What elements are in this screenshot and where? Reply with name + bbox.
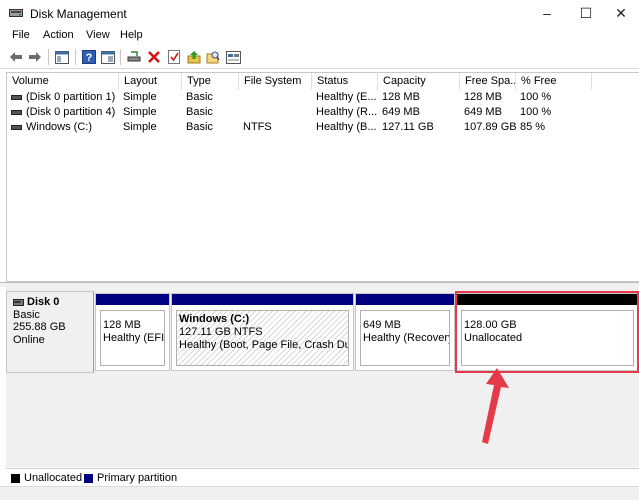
volume-capacity: 649 MB — [382, 106, 420, 118]
column-header-free-space[interactable]: Free Spa... — [460, 73, 516, 90]
window-title: Disk Management — [30, 7, 127, 21]
unallocated-highlight-box — [455, 291, 639, 373]
partition-size: 649 MB — [363, 319, 401, 331]
partition-size: 127.11 GB NTFS — [179, 326, 263, 338]
disk-view-icon[interactable] — [225, 49, 241, 65]
column-header-layout[interactable]: Layout — [119, 73, 182, 90]
properties-icon[interactable] — [100, 49, 116, 65]
close-button[interactable]: ✕ — [606, 4, 636, 22]
partition-windows-c[interactable]: Windows (C:) 127.11 GB NTFS Healthy (Boo… — [171, 293, 354, 371]
menu-bar: File Action View Help — [0, 27, 639, 45]
menu-view[interactable]: View — [86, 29, 110, 41]
import-icon[interactable] — [186, 49, 202, 65]
volume-type: Basic — [186, 106, 213, 118]
disk-type: Basic — [13, 308, 40, 321]
toolbar-separator — [75, 49, 76, 65]
volume-row[interactable]: (Disk 0 partition 1) Simple Basic Health… — [7, 90, 639, 105]
disk-icon — [13, 298, 24, 306]
volume-free-space: 128 MB — [464, 91, 502, 103]
partition-status: Healthy (Boot, Page File, Crash Dump, — [179, 339, 348, 351]
column-header-type[interactable]: Type — [182, 73, 239, 90]
volume-row[interactable]: (Disk 0 partition 4) Simple Basic Health… — [7, 105, 639, 120]
menu-file[interactable]: File — [12, 29, 30, 41]
menu-action[interactable]: Action — [43, 29, 74, 41]
volume-icon — [11, 94, 22, 100]
volume-name: Windows (C:) — [26, 121, 93, 133]
console-tree-icon[interactable] — [54, 49, 70, 65]
disk-graphical-view: Disk 0 Basic 255.88 GB Online 128 MB Hea… — [6, 287, 639, 467]
legend-swatch-unallocated — [11, 474, 20, 483]
toolbar-separator — [120, 49, 121, 65]
help-icon[interactable]: ? — [81, 49, 97, 65]
volume-free-space: 107.89 GB — [464, 121, 516, 133]
disk-management-icon — [9, 9, 23, 17]
column-header-volume[interactable]: Volume — [7, 73, 119, 90]
delete-icon[interactable] — [146, 49, 162, 65]
legend: Unallocated Primary partition — [6, 468, 639, 486]
volume-free-space: 649 MB — [464, 106, 502, 118]
partition-status: Healthy (EFI S — [103, 332, 165, 344]
forward-icon[interactable] — [27, 49, 43, 65]
partition-efi[interactable]: 128 MB Healthy (EFI S — [95, 293, 170, 371]
volume-layout: Simple — [123, 91, 157, 103]
volume-file-system: NTFS — [243, 121, 272, 133]
back-icon[interactable] — [8, 49, 24, 65]
volume-icon — [11, 109, 22, 115]
volume-layout: Simple — [123, 121, 157, 133]
disk-size: 255.88 GB — [13, 321, 66, 333]
volume-type: Basic — [186, 121, 213, 133]
title-bar: Disk Management – ☐ ✕ — [0, 0, 639, 27]
volume-capacity: 127.11 GB — [382, 121, 434, 133]
volume-percent-free: 100 % — [520, 106, 552, 118]
disk-name: Disk 0 — [27, 296, 60, 308]
minimize-button[interactable]: – — [532, 4, 562, 22]
search-icon[interactable] — [205, 49, 221, 65]
toolbar: ? — [0, 45, 639, 69]
partition-bar — [356, 294, 454, 305]
maximize-button[interactable]: ☐ — [571, 4, 601, 22]
disk-0-label[interactable]: Disk 0 Basic 255.88 GB Online — [6, 291, 94, 373]
volume-type: Basic — [186, 91, 213, 103]
partition-bar — [172, 294, 353, 305]
column-header-status[interactable]: Status — [312, 73, 378, 90]
volume-row[interactable]: Windows (C:) Simple Basic NTFS Healthy (… — [7, 120, 639, 135]
volume-layout: Simple — [123, 106, 157, 118]
volume-file-system — [239, 90, 312, 105]
partition-bar — [96, 294, 169, 305]
partition-recovery[interactable]: 649 MB Healthy (Recovery P — [355, 293, 455, 371]
volume-list: Volume Layout Type File System Status Ca… — [6, 72, 639, 282]
volume-name: (Disk 0 partition 4) — [26, 106, 116, 118]
status-bar — [0, 486, 639, 500]
toolbar-separator — [48, 49, 49, 65]
partition-title: Windows (C:) — [179, 313, 250, 325]
volume-icon — [11, 124, 22, 130]
menu-help[interactable]: Help — [120, 29, 143, 41]
annotation-arrow-icon — [482, 368, 509, 444]
volume-status: Healthy (B... — [316, 121, 377, 133]
legend-label-unallocated: Unallocated — [24, 472, 83, 484]
volume-file-system — [239, 105, 312, 120]
check-icon[interactable] — [166, 49, 182, 65]
volume-status: Healthy (R... — [316, 106, 378, 118]
disk-status: Online — [13, 333, 45, 346]
svg-text:?: ? — [86, 52, 93, 64]
legend-label-primary: Primary partition — [97, 472, 178, 484]
legend-swatch-primary — [84, 474, 93, 483]
partition-status: Healthy (Recovery P — [363, 332, 450, 344]
volume-capacity: 128 MB — [382, 91, 420, 103]
column-header-percent-free[interactable]: % Free — [516, 73, 592, 90]
volume-name: (Disk 0 partition 1) — [26, 91, 116, 103]
volume-percent-free: 85 % — [520, 121, 546, 133]
partition-size: 128 MB — [103, 319, 141, 331]
column-header-capacity[interactable]: Capacity — [378, 73, 460, 90]
column-header-file-system[interactable]: File System — [239, 73, 312, 90]
volume-percent-free: 100 % — [520, 91, 552, 103]
volume-status: Healthy (E... — [316, 91, 377, 103]
connect-icon[interactable] — [126, 49, 142, 65]
